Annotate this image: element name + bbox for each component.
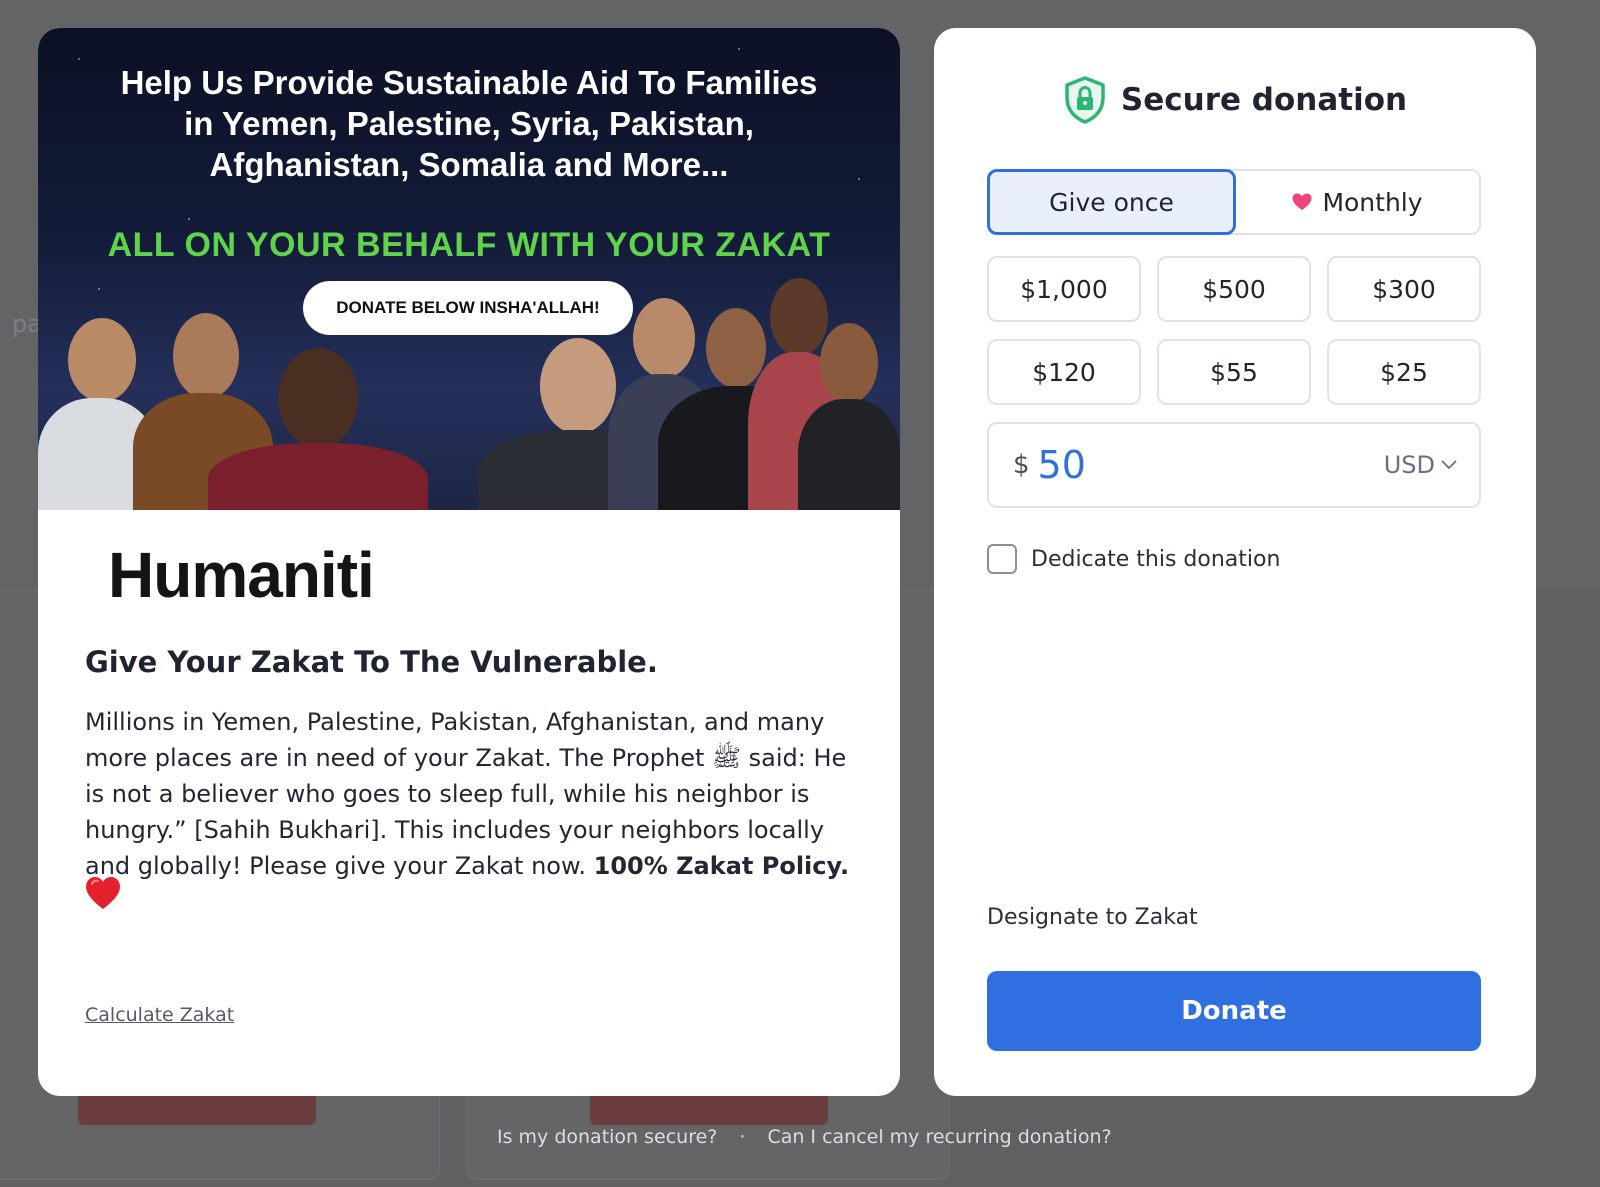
campaign-card: Help Us Provide Sustainable Aid To Famil… <box>38 28 900 1096</box>
designation-label: Designate to Zakat <box>987 905 1198 930</box>
faq-links: Is my donation secure? · Can I cancel my… <box>497 1126 1112 1148</box>
give-once-tab[interactable]: Give once <box>987 169 1236 235</box>
heart-emoji-icon <box>86 877 120 909</box>
person-figure <box>208 348 428 510</box>
dedicate-checkbox[interactable] <box>987 544 1017 574</box>
shield-lock-icon <box>1065 76 1105 124</box>
person-figure <box>798 323 900 510</box>
donate-button[interactable]: Donate <box>987 971 1481 1051</box>
currency-select[interactable]: USD <box>1384 451 1457 479</box>
dedicate-donation-option[interactable]: Dedicate this donation <box>987 544 1280 574</box>
faq-separator: · <box>739 1126 746 1148</box>
amount-button-500[interactable]: $500 <box>1157 256 1311 322</box>
custom-amount-field[interactable]: $ 50 USD <box>987 422 1481 508</box>
secure-donation-header: Secure donation <box>934 76 1536 124</box>
banner-subtitle: ALL ON YOUR BEHALF WITH YOUR ZAKAT <box>107 226 831 264</box>
currency-symbol: $ <box>1013 450 1030 480</box>
donation-form-card: Secure donation Give once Monthly $1,000… <box>934 28 1536 1096</box>
banner-title: Help Us Provide Sustainable Aid To Famil… <box>120 64 818 183</box>
amount-button-300[interactable]: $300 <box>1327 256 1481 322</box>
amount-button-55[interactable]: $55 <box>1157 339 1311 405</box>
campaign-headline: Give Your Zakat To The Vulnerable. <box>85 645 658 679</box>
amount-button-120[interactable]: $120 <box>987 339 1141 405</box>
zakat-policy-text: 100% Zakat Policy. <box>593 852 850 880</box>
chevron-down-icon <box>1441 460 1457 469</box>
campaign-description: Millions in Yemen, Palestine, Pakistan, … <box>85 708 850 880</box>
faq-link-cancel[interactable]: Can I cancel my recurring donation? <box>767 1126 1111 1148</box>
amount-button-25[interactable]: $25 <box>1327 339 1481 405</box>
preset-amounts: $1,000 $500 $300 $120 $55 $25 <box>987 256 1481 405</box>
amount-button-1000[interactable]: $1,000 <box>987 256 1141 322</box>
secure-donation-title: Secure donation <box>1120 82 1408 118</box>
campaign-banner-image: Help Us Provide Sustainable Aid To Famil… <box>38 28 900 510</box>
calculate-zakat-link[interactable]: Calculate Zakat <box>85 1004 234 1026</box>
heart-icon <box>1292 193 1312 210</box>
faq-link-secure[interactable]: Is my donation secure? <box>497 1126 717 1148</box>
monthly-tab[interactable]: Monthly <box>1236 171 1479 233</box>
dedicate-label: Dedicate this donation <box>1031 546 1281 572</box>
frequency-toggle: Give once Monthly <box>987 169 1481 235</box>
organization-logo: Humaniti <box>108 539 375 611</box>
banner-pill: DONATE BELOW INSHA'ALLAH! <box>303 281 633 335</box>
amount-input[interactable]: 50 <box>1038 443 1384 487</box>
